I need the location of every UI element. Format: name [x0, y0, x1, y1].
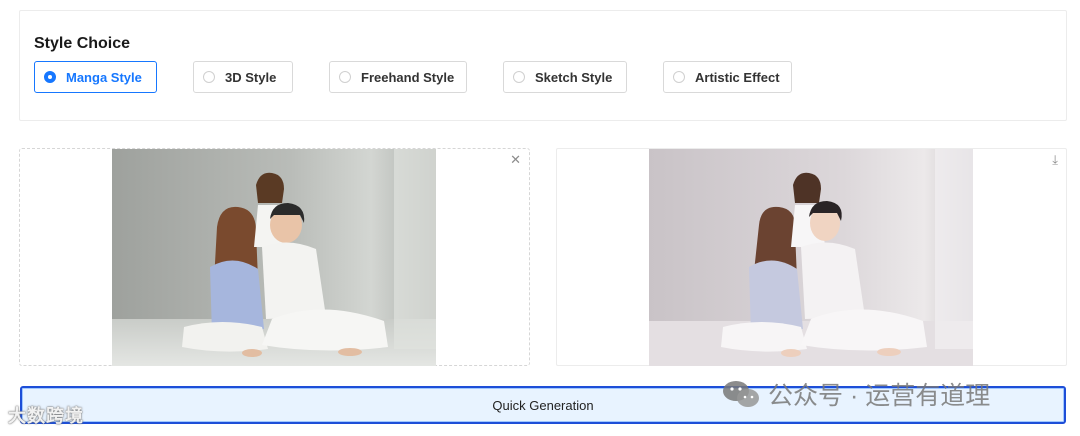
radio-icon: [44, 71, 56, 83]
style-option-manga[interactable]: Manga Style: [34, 61, 157, 93]
source-image-panel[interactable]: ✕: [19, 148, 530, 366]
close-icon[interactable]: ✕: [510, 153, 521, 167]
style-choice-title: Style Choice: [34, 35, 131, 52]
style-option-artistic[interactable]: Artistic Effect: [663, 61, 792, 93]
radio-icon: [339, 71, 351, 83]
style-choice-panel: Style Choice Manga Style 3D Style Freeha…: [19, 10, 1067, 121]
radio-icon: [513, 71, 525, 83]
style-option-freehand[interactable]: Freehand Style: [329, 61, 467, 93]
wechat-icon: [723, 381, 759, 407]
style-option-sketch[interactable]: Sketch Style: [503, 61, 627, 93]
download-icon[interactable]: ⤓: [1052, 153, 1058, 167]
result-photo: [649, 149, 973, 366]
style-option-label: Sketch Style: [535, 69, 613, 85]
style-option-label: Artistic Effect: [695, 69, 780, 85]
quick-generation-label: Quick Generation: [492, 397, 594, 413]
style-option-label: 3D Style: [225, 69, 277, 85]
radio-icon: [203, 71, 215, 83]
result-image-panel[interactable]: ⤓: [556, 148, 1067, 366]
style-option-3d[interactable]: 3D Style: [193, 61, 293, 93]
watermark-left-text: 大数跨境: [8, 406, 84, 426]
source-photo: [112, 149, 436, 366]
watermark-right-text: 公众号 · 运营有道理: [768, 382, 991, 410]
watermark-left: 大数跨境: [8, 402, 84, 428]
style-option-label: Manga Style: [66, 69, 142, 85]
style-option-label: Freehand Style: [361, 69, 455, 85]
watermark-right: 公众号 · 运营有道理: [722, 376, 990, 412]
radio-icon: [673, 71, 685, 83]
page: Style Choice Manga Style 3D Style Freeha…: [0, 0, 1080, 436]
